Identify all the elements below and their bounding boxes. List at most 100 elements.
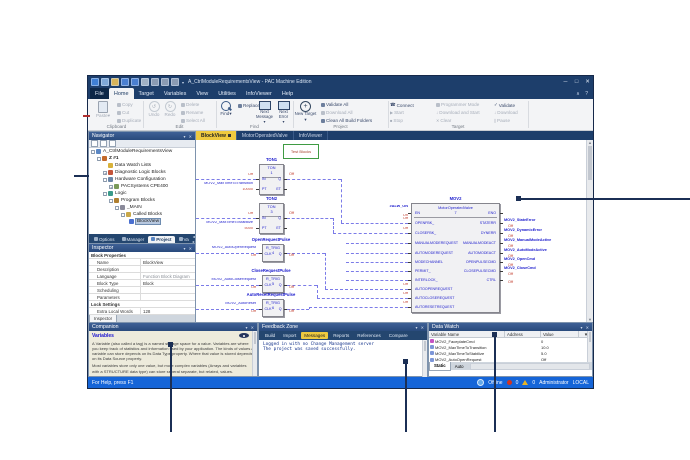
pin-openpulsecmd[interactable]: OPENPULSECMD — [466, 261, 496, 265]
menu-tab-help[interactable]: Help — [277, 88, 298, 99]
output-variable-label[interactable]: MOV2_CloseCmd — [504, 267, 536, 271]
redo-button[interactable]: ↻Redo — [163, 101, 177, 117]
panel-header-icons[interactable]: ▾ ✕ — [184, 134, 193, 139]
tab-import[interactable]: Import — [280, 332, 299, 339]
close-button[interactable]: ✕ — [582, 79, 593, 85]
collapse-icon[interactable]: - — [91, 150, 95, 154]
comment-block[interactable]: Test Blocks — [283, 144, 319, 159]
menu-tab-view[interactable]: View — [191, 88, 213, 99]
menu-tab-infoviewer[interactable]: InfoViewer — [241, 88, 277, 99]
pin-autocloserequest[interactable]: AUTOCLOSEREQUEST — [415, 297, 454, 301]
collapse-icon[interactable]: - — [97, 157, 101, 161]
clean-all-build-folders-button[interactable]: Clean All Build Folders — [321, 118, 372, 123]
quick-access-chevron-icon[interactable]: ▾ — [182, 80, 184, 85]
pin-openfbk[interactable]: OPENFBK_ — [415, 222, 434, 226]
companion-header[interactable]: Companion▾ ✕ — [89, 323, 257, 331]
undo-button[interactable]: ↺Undo — [147, 101, 161, 117]
pin-dynerr[interactable]: DYNERR — [481, 232, 496, 236]
tree-item-program-blocks[interactable]: -Program Blocks — [109, 197, 155, 204]
horizontal-scrollbar[interactable] — [470, 363, 590, 370]
print-icon[interactable] — [141, 78, 149, 86]
column-address[interactable]: Address — [505, 331, 541, 337]
download-all-button[interactable]: Download All — [321, 110, 353, 115]
pin-interlock[interactable]: INTERLOCK_ — [415, 279, 438, 283]
function-block-rtrig4[interactable]: R_TRIG 4 CLK Q — [262, 244, 284, 262]
editor-tab-blockview[interactable]: BlockView — [196, 131, 237, 140]
tab-static[interactable]: Static — [429, 362, 451, 371]
tree-item-blockview[interactable]: BlockView — [129, 218, 160, 225]
panel-header-icons[interactable]: ▾ ✕ — [184, 246, 193, 251]
inspector-row[interactable]: Parameters — [89, 294, 195, 301]
pin-ctrl[interactable]: CTRL — [487, 279, 496, 283]
pin-et[interactable]: ET — [276, 188, 281, 192]
open-project-icon[interactable] — [111, 78, 119, 86]
inspector-row[interactable]: Extra Local Words128 — [89, 308, 195, 315]
paste-button[interactable]: Paste▾ — [93, 101, 113, 119]
expand-icon[interactable]: + — [103, 171, 107, 175]
pin-q[interactable]: Q — [279, 308, 282, 312]
variable-label[interactable]: MOV2_AutoCloseRequest — [196, 278, 256, 282]
tab-reports[interactable]: Reports — [330, 332, 352, 339]
collapse-icon[interactable]: - — [103, 178, 107, 182]
menu-tab-utilities[interactable]: Utilities — [213, 88, 241, 99]
save-icon[interactable] — [121, 78, 129, 86]
clear-button[interactable]: ✕Clear — [436, 118, 451, 123]
collapse-icon[interactable]: - — [103, 192, 107, 196]
start-button[interactable]: ▶Start — [390, 110, 404, 115]
tab-compare[interactable]: Compare — [386, 332, 411, 339]
editor-scrollbar[interactable]: ▲ ▼ — [586, 140, 593, 322]
menu-tab-home[interactable]: Home — [109, 88, 134, 99]
copy-button[interactable]: Copy — [117, 102, 133, 107]
scroll-up-icon[interactable]: ▲ — [587, 140, 593, 145]
cut-button[interactable]: Cut — [117, 110, 129, 115]
pin-in[interactable]: IN — [262, 178, 266, 182]
pin-staterr[interactable]: STATERR — [480, 222, 496, 226]
new-target-button[interactable]: + New Target▾ — [294, 101, 317, 123]
inspector-row[interactable]: Block TypeBlock — [89, 280, 195, 287]
title-bar[interactable]: ▾ A_CtrlModuleRequirementsView - PAC Mac… — [88, 76, 593, 88]
tab-options[interactable]: Options — [91, 236, 118, 243]
tab-auto[interactable]: Auto — [451, 362, 468, 370]
pin-clk[interactable]: CLK — [265, 284, 272, 288]
pause-button[interactable]: ∥Pause — [494, 118, 510, 123]
pin-q[interactable]: Q — [279, 284, 282, 288]
minimize-button[interactable]: ─ — [560, 79, 571, 85]
block-header-ton2[interactable]: TON2 — [259, 196, 284, 201]
tab-build[interactable]: Build — [262, 332, 278, 339]
pin-closepulsecmd[interactable]: CLOSEPULSECMD — [464, 270, 496, 274]
output-variable-label[interactable]: MOV2_StateError — [504, 219, 535, 223]
pin-in[interactable]: IN — [262, 217, 266, 221]
output-variable-label[interactable]: MOV2_OpenCmd — [504, 258, 535, 262]
tree-item-logic[interactable]: -Logic — [103, 190, 126, 197]
variable-label[interactable]: MOV2_AutoReset — [196, 302, 256, 306]
function-block-ton1[interactable]: TON 1 IN PT Q ET — [259, 164, 284, 195]
pin-autoresetrequest[interactable]: AUTORESETREQUEST — [415, 306, 454, 310]
find-button[interactable]: Find▾ — [217, 101, 235, 117]
tree-item-main[interactable]: -_MAIN — [115, 204, 142, 211]
tab-variables-truncated[interactable]: Va — [176, 236, 192, 243]
block-header-ton1[interactable]: TON1 — [259, 157, 284, 162]
variable-label[interactable]: MOV2_MaxTimeToTransition — [196, 182, 253, 186]
pin-manualmodeact[interactable]: MANUALMODEACT — [463, 242, 496, 246]
tree-item-project[interactable]: -A_CtrlModuleRequirementsView — [91, 148, 172, 155]
pin-manualmoderequest[interactable]: MANUALMODEREQUEST — [415, 242, 458, 246]
pin-q[interactable]: Q — [278, 217, 281, 221]
maximize-button[interactable]: □ — [571, 79, 582, 85]
panel-header-icons[interactable]: ▾ ✕ — [581, 325, 590, 330]
new-project-icon[interactable] — [101, 78, 109, 86]
output-variable-label[interactable]: MOV2_AutoModeActive — [504, 249, 547, 253]
pin-clk[interactable]: CLK — [265, 253, 272, 257]
inspector-row[interactable]: NameBlockView — [89, 259, 195, 266]
stop-button[interactable]: ■Stop — [390, 118, 403, 123]
pin-automodeact[interactable]: AUTOMODEACT — [468, 252, 496, 256]
error-indicator-icon[interactable] — [507, 380, 512, 385]
feedback-message-list[interactable]: Logged in with no Change Management serv… — [260, 340, 422, 376]
feedback-message[interactable]: The project was saved successfully. — [263, 347, 422, 352]
menu-tab-file[interactable]: File — [90, 88, 109, 99]
tree-item-hardware-configuration[interactable]: -Hardware Configuration — [103, 176, 166, 183]
pin-pt[interactable]: PT — [262, 188, 267, 192]
menu-tab-variables[interactable]: Variables — [159, 88, 192, 99]
inspector-header[interactable]: Inspector▾ ✕ — [89, 244, 195, 252]
block-header-openrequestpulse[interactable]: OpenRequestPulse — [251, 237, 291, 242]
connect-button[interactable]: ☎Connect — [390, 102, 414, 108]
